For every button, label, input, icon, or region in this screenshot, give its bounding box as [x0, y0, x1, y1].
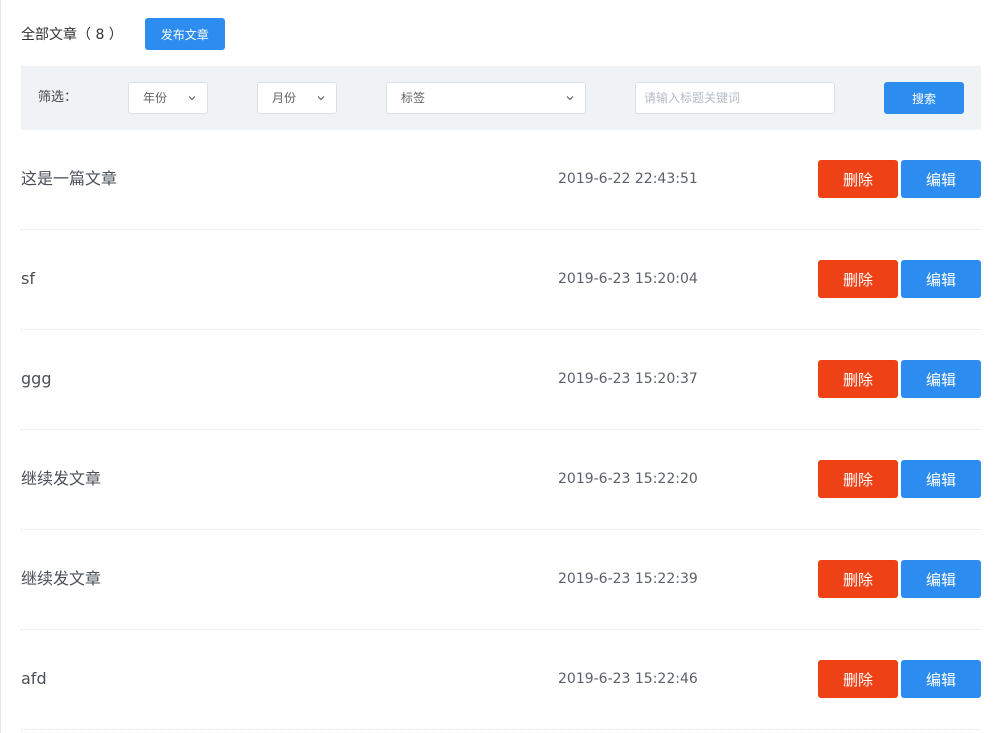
- article-title: afd: [21, 669, 47, 688]
- row-actions: 删除 编辑: [818, 160, 981, 198]
- article-title: 继续发文章: [21, 569, 102, 588]
- edit-button[interactable]: 编辑: [901, 360, 981, 398]
- search-button[interactable]: 搜索: [884, 82, 964, 114]
- row-actions: 删除 编辑: [818, 460, 981, 498]
- article-date: 2019-6-23 15:20:37: [558, 371, 698, 387]
- article-list: 这是一篇文章 2019-6-22 22:43:51 删除 编辑 sf 2019-…: [21, 130, 981, 730]
- year-select[interactable]: 年份: [128, 82, 208, 114]
- edit-button[interactable]: 编辑: [901, 260, 981, 298]
- page-header: 全部文章（ 8 ） 发布文章: [21, 18, 225, 50]
- article-date: 2019-6-23 15:22:46: [558, 671, 698, 687]
- article-row: 这是一篇文章 2019-6-22 22:43:51 删除 编辑: [21, 130, 981, 230]
- month-select[interactable]: 月份: [257, 82, 337, 114]
- publish-article-button[interactable]: 发布文章: [144, 18, 225, 50]
- article-manager-page: 全部文章（ 8 ） 发布文章 筛选： 年份 月份 标签 搜索 这是一篇: [0, 0, 1001, 733]
- edit-button[interactable]: 编辑: [901, 160, 981, 198]
- tag-select-value: 标签: [401, 91, 426, 105]
- delete-button[interactable]: 删除: [818, 260, 898, 298]
- year-select-value: 年份: [143, 91, 168, 105]
- edit-button[interactable]: 编辑: [901, 460, 981, 498]
- keyword-search-input[interactable]: [635, 82, 835, 114]
- article-title: sf: [21, 269, 35, 288]
- month-select-value: 月份: [272, 91, 297, 105]
- filter-bar: 筛选： 年份 月份 标签 搜索: [21, 66, 981, 130]
- row-actions: 删除 编辑: [818, 260, 981, 298]
- edit-button[interactable]: 编辑: [901, 660, 981, 698]
- edit-button[interactable]: 编辑: [901, 560, 981, 598]
- article-row: sf 2019-6-23 15:20:04 删除 编辑: [21, 230, 981, 330]
- delete-button[interactable]: 删除: [818, 460, 898, 498]
- article-row: 继续发文章 2019-6-23 15:22:20 删除 编辑: [21, 430, 981, 530]
- article-date: 2019-6-23 15:22:20: [558, 471, 698, 487]
- chevron-down-icon: [188, 96, 196, 101]
- delete-button[interactable]: 删除: [818, 660, 898, 698]
- article-title: 继续发文章: [21, 469, 102, 488]
- article-row: ggg 2019-6-23 15:20:37 删除 编辑: [21, 330, 981, 430]
- row-actions: 删除 编辑: [818, 660, 981, 698]
- delete-button[interactable]: 删除: [818, 560, 898, 598]
- delete-button[interactable]: 删除: [818, 360, 898, 398]
- article-date: 2019-6-22 22:43:51: [558, 171, 698, 187]
- article-title: ggg: [21, 369, 52, 388]
- article-row: 继续发文章 2019-6-23 15:22:39 删除 编辑: [21, 530, 981, 630]
- filter-label: 筛选：: [38, 90, 78, 105]
- article-title: 这是一篇文章: [21, 169, 118, 188]
- chevron-down-icon: [566, 96, 574, 101]
- tag-select[interactable]: 标签: [386, 82, 586, 114]
- delete-button[interactable]: 删除: [818, 160, 898, 198]
- article-date: 2019-6-23 15:22:39: [558, 571, 698, 587]
- page-title: 全部文章（ 8 ）: [21, 27, 123, 43]
- article-date: 2019-6-23 15:20:04: [558, 271, 698, 287]
- row-actions: 删除 编辑: [818, 360, 981, 398]
- chevron-down-icon: [317, 96, 325, 101]
- row-actions: 删除 编辑: [818, 560, 981, 598]
- article-row: afd 2019-6-23 15:22:46 删除 编辑: [21, 630, 981, 730]
